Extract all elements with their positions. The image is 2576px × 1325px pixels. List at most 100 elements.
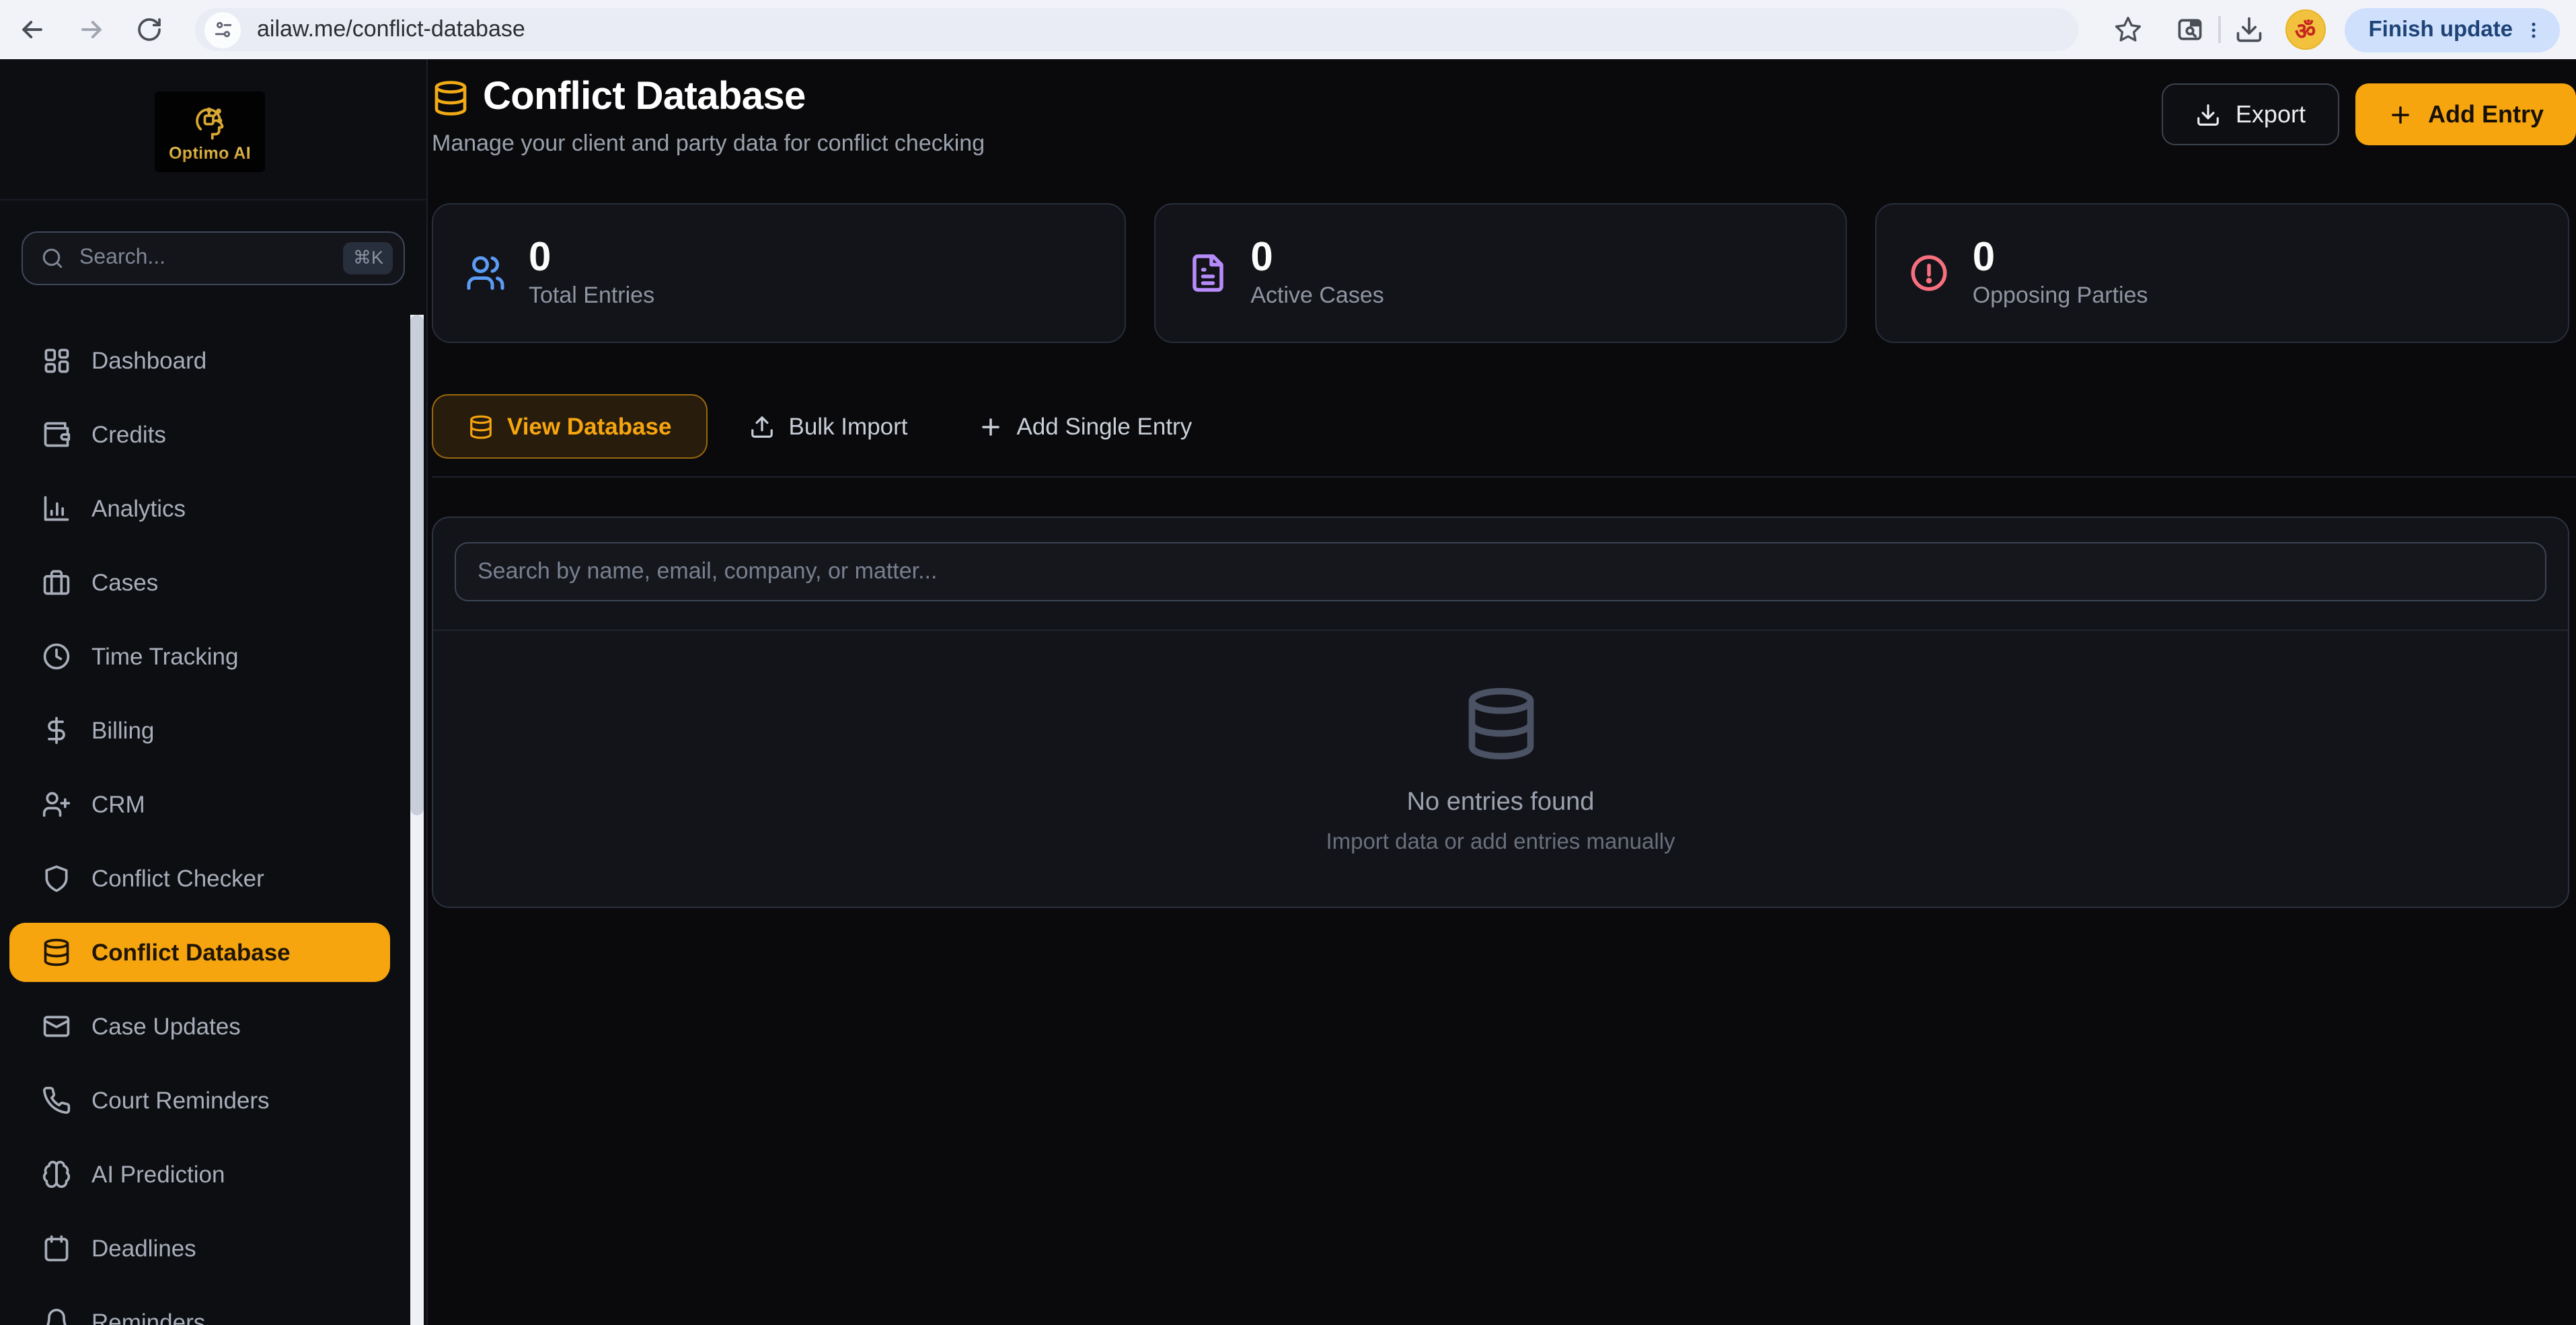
stat-card-active-cases: 0 Active Cases — [1153, 203, 1847, 343]
browser-menu-icon[interactable] — [2524, 20, 2544, 40]
sidebar-item-reminders[interactable]: Reminders — [9, 1293, 390, 1325]
dashboard-icon — [42, 346, 71, 375]
page-header: Conflict Database Manage your client and… — [432, 75, 2576, 157]
alert-circle-icon — [1909, 253, 1950, 293]
sidebar-item-conflict-database[interactable]: Conflict Database — [9, 923, 390, 982]
tab-label: Bulk Import — [789, 412, 908, 441]
database-icon — [468, 414, 494, 439]
users-icon — [465, 253, 506, 293]
sidebar: Optimo AI ⌘K Dashboard Credits — [0, 59, 428, 1325]
site-settings-button[interactable] — [204, 11, 241, 48]
clock-icon — [42, 642, 71, 671]
tab-view-database[interactable]: View Database — [432, 394, 708, 459]
sidebar-item-billing[interactable]: Billing — [9, 701, 390, 760]
sidebar-item-case-updates[interactable]: Case Updates — [9, 997, 390, 1056]
user-plus-icon — [42, 790, 71, 819]
sidebar-item-label: Billing — [91, 716, 154, 745]
add-entry-button[interactable]: Add Entry — [2355, 83, 2576, 145]
stat-card-total-entries: 0 Total Entries — [432, 203, 1125, 343]
stat-value: 0 — [529, 237, 654, 279]
main-content: Conflict Database Manage your client and… — [428, 59, 2576, 1325]
export-button[interactable]: Export — [2162, 83, 2339, 145]
empty-state-subtitle: Import data or add entries manually — [1326, 830, 1675, 856]
sidebar-item-court-reminders[interactable]: Court Reminders — [9, 1071, 390, 1130]
finish-update-button[interactable]: Finish update — [2345, 7, 2561, 52]
export-label: Export — [2236, 100, 2306, 128]
bar-chart-icon — [42, 494, 71, 523]
calendar-icon — [42, 1234, 71, 1263]
briefcase-icon — [42, 568, 71, 597]
tabs-divider — [432, 476, 2576, 478]
sidebar-divider — [0, 199, 426, 200]
add-entry-label: Add Entry — [2428, 100, 2544, 128]
entry-search-input[interactable] — [455, 542, 2546, 601]
database-panel: No entries found Import data or add entr… — [432, 517, 2569, 908]
wallet-icon — [42, 420, 71, 449]
search-icon — [40, 246, 65, 270]
sidebar-item-label: Case Updates — [91, 1012, 241, 1040]
database-icon — [42, 938, 71, 967]
stat-card-opposing-parties: 0 Opposing Parties — [1876, 203, 2569, 343]
sidebar-item-label: Analytics — [91, 494, 186, 523]
page: ailaw.me/conflict-database ॐ Finish upda… — [0, 0, 2576, 1325]
shortcut-badge: ⌘K — [344, 242, 393, 274]
sidebar-item-time-tracking[interactable]: Time Tracking — [9, 627, 390, 686]
sidebar-item-analytics[interactable]: Analytics — [9, 479, 390, 538]
app-logo[interactable]: Optimo AI — [155, 91, 265, 172]
toolbar-divider — [2219, 16, 2221, 43]
tab-label: View Database — [507, 412, 672, 441]
empty-state: No entries found Import data or add entr… — [433, 631, 2568, 856]
stat-label: Total Entries — [529, 283, 654, 310]
sidebar-item-label: Time Tracking — [91, 642, 239, 671]
optimo-head-icon — [190, 102, 230, 142]
dollar-icon — [42, 716, 71, 745]
back-icon[interactable] — [17, 15, 47, 44]
brain-icon — [42, 1160, 71, 1189]
forward-icon[interactable] — [77, 15, 106, 44]
logo-text: Optimo AI — [169, 143, 251, 162]
stats-row: 0 Total Entries 0 Active Cases 0 Oppos — [432, 203, 2569, 343]
finish-update-label: Finish update — [2369, 17, 2513, 42]
sidebar-item-conflict-checker[interactable]: Conflict Checker — [9, 849, 390, 908]
sidebar-item-cases[interactable]: Cases — [9, 553, 390, 612]
sidebar-item-label: Conflict Database — [91, 938, 291, 967]
sidebar-search[interactable]: ⌘K — [22, 231, 405, 285]
sidebar-item-dashboard[interactable]: Dashboard — [9, 331, 390, 390]
stat-value: 0 — [1973, 237, 2148, 279]
phone-icon — [42, 1086, 71, 1115]
sidebar-item-ai-prediction[interactable]: AI Prediction — [9, 1145, 390, 1204]
sidebar-item-deadlines[interactable]: Deadlines — [9, 1219, 390, 1278]
reload-icon[interactable] — [136, 16, 163, 43]
sidebar-scrollbar-thumb[interactable] — [410, 315, 424, 815]
tune-icon — [212, 19, 233, 40]
upload-icon — [750, 414, 775, 439]
sidebar-item-label: Reminders — [91, 1308, 205, 1325]
tab-bulk-import[interactable]: Bulk Import — [722, 394, 936, 459]
sidebar-search-input[interactable] — [79, 246, 344, 270]
sidebar-item-label: Dashboard — [91, 346, 206, 375]
sidebar-item-label: Credits — [91, 420, 166, 449]
sidebar-item-crm[interactable]: CRM — [9, 775, 390, 834]
stat-label: Active Cases — [1250, 283, 1384, 310]
url-text[interactable]: ailaw.me/conflict-database — [257, 16, 525, 43]
file-text-icon — [1187, 253, 1227, 293]
sidebar-item-label: CRM — [91, 790, 145, 819]
plus-icon — [978, 414, 1003, 439]
tab-label: Add Single Entry — [1017, 412, 1192, 441]
tab-add-single-entry[interactable]: Add Single Entry — [950, 394, 1221, 459]
tab-search-icon[interactable] — [2176, 15, 2205, 44]
browser-toolbar: ailaw.me/conflict-database ॐ Finish upda… — [0, 0, 2576, 59]
sidebar-item-credits[interactable]: Credits — [9, 405, 390, 464]
empty-state-title: No entries found — [1407, 788, 1595, 818]
profile-avatar[interactable]: ॐ — [2285, 9, 2326, 50]
stat-value: 0 — [1250, 237, 1384, 279]
shield-icon — [42, 864, 71, 893]
bookmark-star-icon[interactable] — [2114, 15, 2144, 44]
download-icon — [2195, 102, 2221, 127]
address-bar[interactable]: ailaw.me/conflict-database — [195, 8, 2079, 51]
plus-icon — [2388, 102, 2413, 127]
page-title: Conflict Database — [483, 75, 806, 120]
stat-label: Opposing Parties — [1973, 283, 2148, 310]
downloads-icon[interactable] — [2234, 15, 2264, 44]
entry-search-section — [433, 518, 2568, 631]
